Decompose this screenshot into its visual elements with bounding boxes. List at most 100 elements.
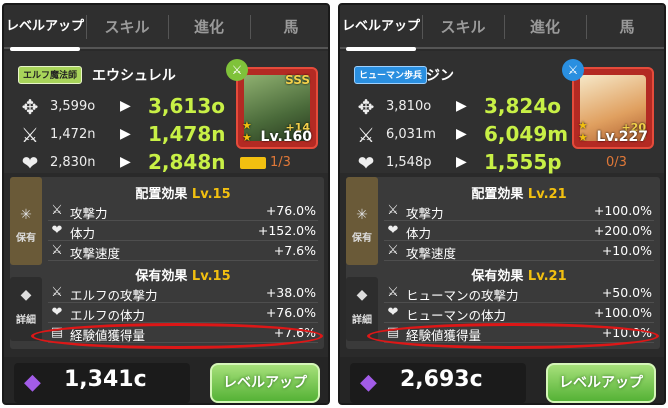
tab-divider [168, 15, 169, 39]
side-tab-hold-label: 保有 [16, 233, 36, 244]
level-up-button[interactable]: レベルアップ [210, 363, 320, 403]
placement-effect-title: 配置効果 Lv.15 [42, 183, 324, 202]
side-tab-hold-label: 保有 [352, 233, 372, 244]
side-tab-detail-label: 詳細 [352, 315, 372, 326]
heart-icon: ❤ [21, 151, 39, 175]
side-tab-hold[interactable]: ✳ 保有 [10, 177, 42, 265]
tab-skill[interactable]: スキル [422, 5, 504, 49]
stat-new-value: 3,613o [148, 94, 226, 118]
side-tab-detail-label: 詳細 [16, 315, 36, 326]
effect-value: +100.0% [593, 305, 652, 320]
arrow-right-icon: ▶ [120, 154, 131, 170]
elephant-icon: ◆ [20, 287, 32, 303]
level-up-button[interactable]: レベルアップ [546, 363, 656, 403]
tab-bar: レベルアップ スキル 進化 馬 [340, 5, 664, 51]
progress-bar [240, 156, 266, 169]
tab-horse[interactable]: 馬 [586, 5, 664, 49]
effect-name: 攻撃速度 [406, 246, 457, 261]
progress-count: 0/3 [606, 155, 627, 170]
character-level: Lv.160 [260, 129, 312, 145]
stat-new-value: 6,049m [484, 122, 569, 146]
tab-divider [250, 15, 251, 39]
stat-new-value: 2,848n [148, 150, 226, 174]
effect-value: +50.0% [601, 285, 652, 300]
sword-icon: ⚔ [387, 203, 399, 218]
arrow-right-icon: ▶ [120, 98, 131, 114]
character-name: ジン [426, 68, 454, 84]
heart-icon: ❤ [51, 223, 63, 238]
class-corner-icon: ⚔ [562, 59, 584, 81]
evolution-progress: 1/3 [240, 155, 291, 170]
tab-evolution[interactable]: 進化 [504, 5, 586, 49]
character-header: ヒューマン歩兵 ジン ✥ 3,810o ▶ 3,824o ⚔ 6,031m ▶ … [340, 51, 664, 175]
gem-icon: ◆ [24, 370, 41, 395]
sword-icon: ⚔ [51, 285, 63, 300]
tab-horse[interactable]: 馬 [250, 5, 328, 49]
heart-icon: ❤ [387, 223, 399, 238]
footer-bar: ◆ 1,341c レベルアップ [4, 357, 328, 403]
stat-old-value: 3,599o [50, 99, 96, 114]
effect-row: ⚔ 攻撃力 +100.0% [384, 201, 654, 221]
character-level: Lv.227 [596, 129, 648, 145]
character-portrait[interactable]: SSS ★ ★ +14 Lv.160 [236, 67, 318, 149]
tab-divider [504, 15, 505, 39]
heart-icon: ❤ [387, 305, 399, 320]
effect-name: 体力 [406, 226, 432, 241]
effect-row: ❤ 体力 +200.0% [384, 221, 654, 241]
placement-level: Lv.21 [527, 187, 567, 202]
effect-value: +10.0% [601, 243, 652, 258]
stat-old-value: 1,472n [50, 127, 96, 142]
stat-row-defense: ✥ 3,599o ▶ 3,613o [18, 94, 228, 121]
effect-name: エルフの体力 [70, 308, 146, 323]
progress-count: 1/3 [270, 155, 291, 170]
character-portrait[interactable]: ★ ★ +20 Lv.227 [572, 67, 654, 149]
heart-icon: ❤ [51, 305, 63, 320]
stat-row-health: ❤ 1,548p ▶ 1,555p [354, 150, 564, 177]
tab-levelup[interactable]: レベルアップ [340, 5, 422, 51]
elephant-icon: ◆ [356, 287, 368, 303]
effect-value: +76.0% [265, 203, 316, 218]
cost-value: 2,693c [400, 367, 483, 392]
arrow-right-icon: ▶ [456, 98, 467, 114]
character-header: エルフ魔法師 エウシュレル ✥ 3,599o ▶ 3,613o ⚔ 1,472n… [4, 51, 328, 175]
effect-row: ❤ 体力 +152.0% [48, 221, 318, 241]
holding-effect-title: 保有効果 Lv.21 [378, 265, 660, 284]
shield-icon: ✥ [357, 95, 375, 119]
placement-level: Lv.15 [191, 187, 231, 202]
effect-value: +7.6% [273, 243, 316, 258]
effect-name: 攻撃速度 [70, 246, 121, 261]
effect-value: +100.0% [593, 203, 652, 218]
arrow-right-icon: ▶ [120, 126, 131, 142]
heart-icon: ❤ [357, 151, 375, 175]
effect-row: ❤ ヒューマンの体力 +100.0% [384, 303, 654, 323]
effect-row: ❤ エルフの体力 +76.0% [48, 303, 318, 323]
evolution-progress: 0/3 [576, 155, 627, 170]
side-tab-hold[interactable]: ✳ 保有 [346, 177, 378, 265]
tab-skill[interactable]: スキル [86, 5, 168, 49]
effect-name: エルフの攻撃力 [70, 288, 158, 303]
progress-bar [576, 157, 602, 169]
star-icon: ★ [578, 131, 588, 144]
class-badge: ヒューマン歩兵 [354, 66, 428, 84]
placement-title-text: 配置効果 [135, 187, 188, 202]
star-icon: ★ [242, 131, 252, 144]
tab-evolution[interactable]: 進化 [168, 5, 250, 49]
tab-divider [86, 15, 87, 39]
character-panel-left: レベルアップ スキル 進化 馬 エルフ魔法師 エウシュレル ✥ 3,599o ▶… [2, 3, 330, 405]
effect-value: +200.0% [593, 223, 652, 238]
effect-name: ヒューマンの攻撃力 [406, 288, 519, 303]
effect-value: +38.0% [265, 285, 316, 300]
tab-levelup[interactable]: レベルアップ [4, 5, 86, 51]
sparkle-icon: ✳ [356, 207, 368, 223]
placement-effect-title: 配置効果 Lv.21 [378, 183, 660, 202]
arrow-right-icon: ▶ [456, 154, 467, 170]
effect-row: ⚔ エルフの攻撃力 +38.0% [48, 283, 318, 303]
cost-value: 1,341c [64, 367, 147, 392]
speed-icon: ⚔ [387, 243, 399, 258]
sparkle-icon: ✳ [20, 207, 32, 223]
character-panel-right: レベルアップ スキル 進化 馬 ヒューマン歩兵 ジン ✥ 3,810o ▶ 3,… [338, 3, 666, 405]
arrow-right-icon: ▶ [456, 126, 467, 142]
effect-name: 体力 [70, 226, 96, 241]
highlight-circle [31, 323, 323, 349]
stat-old-value: 1,548p [386, 155, 432, 170]
